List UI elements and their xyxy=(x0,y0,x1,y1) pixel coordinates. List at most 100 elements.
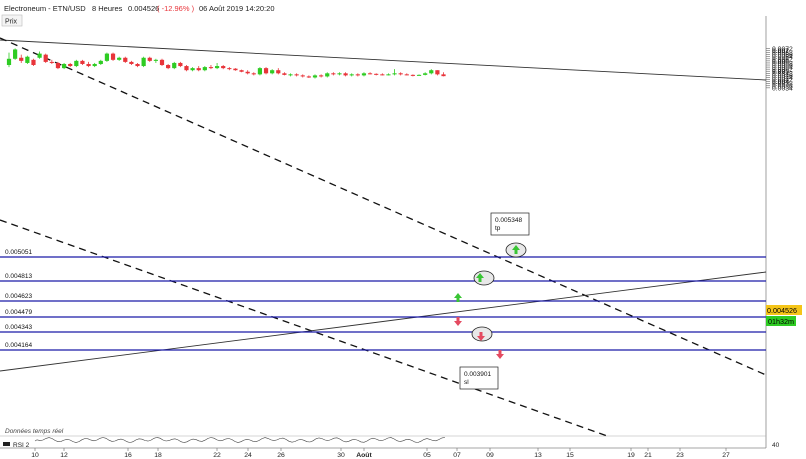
rsi-axis-value: 40 xyxy=(772,442,780,449)
x-tick-label: 13 xyxy=(534,452,542,459)
candle-body xyxy=(245,71,250,74)
trendlines xyxy=(0,37,767,438)
candle-body xyxy=(282,73,287,75)
chart-header-change: ( -12.96% ) xyxy=(157,4,195,13)
arrow-down-icon xyxy=(496,350,504,359)
candle-body xyxy=(190,68,195,71)
upper-trendline xyxy=(0,39,767,81)
candle-body xyxy=(6,58,12,66)
x-axis-ticks: 10 12 16 18 22 24 26 30 Août 05 07 09 13 15 19 21 23 27 xyxy=(31,448,730,459)
candle-body xyxy=(25,56,30,63)
candle-body xyxy=(374,73,379,75)
candle-body xyxy=(123,57,128,62)
candle-body xyxy=(423,73,428,75)
candle-body xyxy=(55,62,61,69)
candle-body xyxy=(429,70,434,74)
realtime-note: Données temps réel xyxy=(5,428,64,435)
candle-body xyxy=(441,74,446,77)
candle-body xyxy=(227,68,232,70)
chart-header-datetime: 06 Août 2019 14:20:20 xyxy=(199,4,275,13)
candle-body xyxy=(355,74,360,76)
candle-body xyxy=(306,76,311,78)
rising-support-line xyxy=(0,271,767,372)
x-tick-label: 15 xyxy=(566,452,574,459)
candle-body xyxy=(37,53,42,58)
x-tick-label: 30 xyxy=(337,452,345,459)
candle-body xyxy=(343,73,348,76)
candle-body xyxy=(263,68,269,74)
level-label: 0.004164 xyxy=(5,342,32,349)
candle-body xyxy=(68,63,73,67)
candle-body xyxy=(325,73,330,77)
candle-body xyxy=(410,74,416,76)
candle-body xyxy=(221,66,226,69)
candle-body xyxy=(251,73,256,75)
candle-body xyxy=(110,53,116,60)
candle-body xyxy=(239,70,244,72)
chart-header-instrument: Electroneum - ETN/USD xyxy=(4,4,86,13)
candle-body xyxy=(288,74,293,76)
candle-body xyxy=(98,60,103,64)
x-tick-label: 21 xyxy=(644,452,652,459)
candle-body xyxy=(80,60,85,64)
candle-body xyxy=(404,74,409,76)
candle-body xyxy=(312,75,318,78)
candle-body xyxy=(19,57,24,61)
annotation-value: 0.005348 xyxy=(495,217,522,224)
x-tick-label: 16 xyxy=(124,452,132,459)
level-label: 0.004479 xyxy=(5,309,32,316)
candle-body xyxy=(331,73,336,75)
rsi-legend-swatch xyxy=(3,442,10,446)
candle-body xyxy=(86,63,91,67)
x-tick-label: 22 xyxy=(213,452,221,459)
candle-body xyxy=(147,57,152,61)
candle-body xyxy=(233,68,238,71)
x-tick-label: 23 xyxy=(676,452,684,459)
rsi-line xyxy=(34,437,446,443)
arrow-down-icon xyxy=(454,317,462,326)
annotation-sublabel: sl xyxy=(464,379,469,386)
candle-body xyxy=(43,54,48,62)
x-tick-label: 26 xyxy=(277,452,285,459)
candle-body xyxy=(153,59,158,61)
x-tick-label: 10 xyxy=(31,452,39,459)
candle-body xyxy=(159,59,165,66)
candle-body xyxy=(270,70,275,74)
candle-body xyxy=(172,62,177,69)
candle-body xyxy=(31,59,36,66)
horizontal-levels: 0.005051 0.004813 0.004623 0.004479 0.004343… xyxy=(0,249,766,351)
candle-body xyxy=(208,67,214,69)
candle-body xyxy=(367,73,373,75)
x-tick-label: 24 xyxy=(244,452,252,459)
annotation-value: 0.003901 xyxy=(464,371,491,378)
chart-header-price: 0.004526 xyxy=(128,4,159,13)
candle-body xyxy=(117,57,122,60)
price-chart[interactable]: Electroneum - ETN/USD 8 Heures 0.004526 … xyxy=(0,0,806,459)
candle-body xyxy=(294,74,299,76)
level-label: 0.004623 xyxy=(5,293,32,300)
x-tick-label: 07 xyxy=(453,452,461,459)
x-tick-label: 12 xyxy=(60,452,68,459)
candle-body xyxy=(141,57,146,67)
candle-body xyxy=(380,74,385,76)
candle-body xyxy=(337,73,342,75)
candle-body xyxy=(135,63,140,67)
candle-body xyxy=(184,66,189,71)
candle-body xyxy=(13,49,18,59)
candle-body xyxy=(166,65,171,69)
candle-body xyxy=(349,74,354,76)
candle-body xyxy=(129,61,134,64)
level-label: 0.005051 xyxy=(5,249,32,256)
candle-body xyxy=(257,68,263,75)
candle-body xyxy=(74,60,79,67)
x-tick-label: Août xyxy=(356,452,372,459)
candle-body xyxy=(202,67,207,71)
candle-body xyxy=(104,53,110,61)
x-tick-label: 05 xyxy=(423,452,431,459)
countdown-value: 01h32m xyxy=(768,317,794,326)
candle-body xyxy=(386,74,391,76)
candle-body xyxy=(435,70,440,75)
candle-body xyxy=(392,73,397,75)
panel-label: Prix xyxy=(5,19,18,26)
level-label: 0.004343 xyxy=(5,324,32,331)
